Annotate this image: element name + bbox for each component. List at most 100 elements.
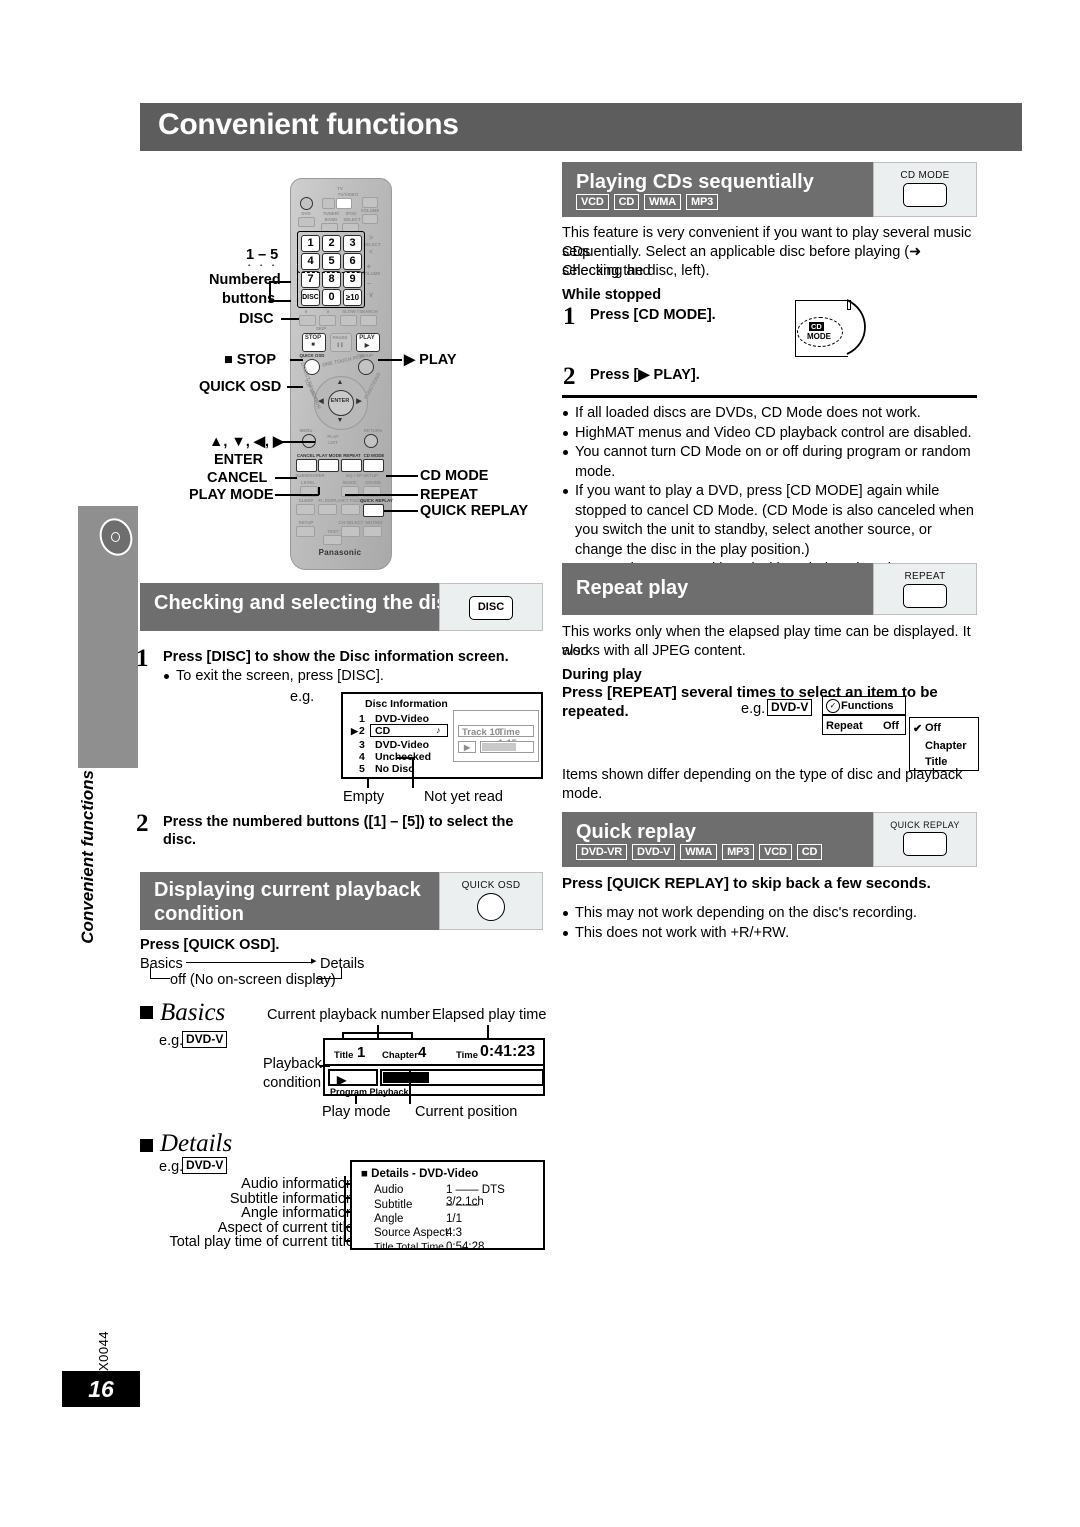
badge-wma: WMA xyxy=(644,194,682,210)
playing-cds-step-1-num: 1 xyxy=(563,303,576,330)
play-button-label: PLAY xyxy=(359,335,375,341)
basics-bullet-square xyxy=(140,1006,153,1019)
repeat-button-label: REPEAT xyxy=(343,453,361,458)
quick-replay-button xyxy=(363,504,384,517)
brand-label: Panasonic xyxy=(318,548,362,557)
leader-stop xyxy=(290,359,303,361)
flow-off: off (No on-screen display) xyxy=(170,972,336,988)
ct-focus-button xyxy=(341,504,360,515)
leader-cancel xyxy=(275,477,297,479)
basics-eg-badge: DVD-V xyxy=(182,1031,228,1048)
playing-cds-step-2-num: 2 xyxy=(563,363,576,390)
playing-cds-step-1-text: Press [CD MODE]. xyxy=(590,307,716,323)
leader-det-spine xyxy=(344,1176,346,1242)
leader-disc xyxy=(281,318,299,320)
test-button xyxy=(323,535,342,545)
sound-label: SOUND xyxy=(365,480,381,485)
quick-replay-note-2: This does not work with +R/+RW. xyxy=(562,924,987,944)
badge-dvd-v: DVD-V xyxy=(631,844,676,860)
quick-osd-key-label: QUICK OSD xyxy=(461,880,521,891)
basics-osd-title-label: Title xyxy=(334,1050,354,1061)
sleep-button xyxy=(296,504,315,515)
details-osd-val-angle: 1/1 xyxy=(446,1213,462,1225)
leader-cursor xyxy=(279,441,315,443)
page-title-bar: Convenient functions xyxy=(140,103,1022,151)
leader-cd-mode xyxy=(386,475,418,477)
test-label: TEST xyxy=(327,529,339,534)
leader-position xyxy=(409,1070,411,1104)
stop-button-glyph: ■ xyxy=(311,342,315,348)
sleep-label: SLEEP xyxy=(298,498,314,503)
playing-cds-condition: While stopped xyxy=(562,287,662,303)
repeat-button xyxy=(341,459,362,472)
repeat-key-label: REPEAT xyxy=(904,571,946,582)
cd-mode-key-shape xyxy=(903,183,947,207)
unit-cd-label: CD xyxy=(809,322,824,331)
skip-forward-button xyxy=(319,315,336,326)
subwoofer-label: SUBWOOFER xyxy=(295,473,325,478)
flow-off-line-left xyxy=(150,978,170,980)
callout-disc: DISC xyxy=(239,311,274,327)
details-eg-label: e.g. xyxy=(159,1159,184,1175)
tv-power-button xyxy=(322,198,335,209)
details-osd-key-audio: Audio xyxy=(374,1184,404,1196)
remote-control-illustration: TV TV/VIDEO VOLUME DVD TUNER/ IPOD BAND … xyxy=(290,178,393,570)
disc-button-callout[interactable]: DISC xyxy=(439,583,543,631)
quick-replay-button-callout[interactable]: QUICK REPLAY xyxy=(873,812,977,867)
functions-osd-screen: ✓ Functions Repeat Off ✔ Off Chapter Tit… xyxy=(822,696,982,771)
functions-osd-row-key: Repeat xyxy=(826,720,863,732)
checking-step-2-num: 2 xyxy=(136,810,149,837)
details-osd-screen: ■ Details - DVD-Video Audio 1 —— DTS 3/2… xyxy=(350,1160,545,1253)
playing-cds-step-2-text: Press [▶ PLAY]. xyxy=(590,367,700,383)
functions-osd-check-mark: ✔ xyxy=(913,723,923,735)
checking-step-2-text-l1: Press the numbered buttons ([1] – [5]) t… xyxy=(163,814,514,830)
playing-cds-badges: VCD CD WMA MP3 xyxy=(576,194,719,210)
disc-info-row-5-label: No Disc xyxy=(375,763,415,775)
checking-step-2-text-l2: disc. xyxy=(163,832,197,848)
eq-label: EQ / SP SETUP xyxy=(346,473,378,478)
cursor-down-icon: ▼ xyxy=(336,417,344,424)
repeat-button-callout[interactable]: REPEAT xyxy=(873,563,977,615)
cd-mode-button-callout[interactable]: CD MODE xyxy=(873,162,977,217)
page-number: 16 xyxy=(62,1371,140,1407)
play-mode-button-label: PLAY MODE xyxy=(316,453,342,458)
disc-info-row-2-num: 2 xyxy=(359,725,365,737)
quick-osd-button-callout[interactable]: QUICK OSD xyxy=(439,872,543,930)
stop-button-label: STOP xyxy=(304,335,322,341)
basics-callout-elapsed: Elapsed play time xyxy=(432,1007,547,1023)
basics-osd-play-arrow-icon: ▶ xyxy=(337,1073,347,1087)
dvd-source-button xyxy=(298,217,315,227)
checking-step-1-bullet: To exit the screen, press [DISC]. xyxy=(163,667,533,687)
section-repeat-play: Repeat play REPEAT xyxy=(562,563,977,615)
functions-osd-row-value: Off xyxy=(883,720,899,732)
basics-osd-chapter-value: 4 xyxy=(418,1044,427,1061)
pause-button-label: PAUSE xyxy=(332,335,348,340)
music-label: MUSIC xyxy=(342,480,358,485)
callout-stop: ■ STOP xyxy=(224,352,277,368)
playing-cds-note-3: You cannot turn CD Mode on or off during… xyxy=(562,443,982,482)
disc-information-screen: Disc Information 1 DVD-Video ▶ 2 CD ♪ 3 … xyxy=(341,692,543,779)
volume-up-button xyxy=(362,197,378,208)
badge-dvd-vr: DVD-VR xyxy=(576,844,627,860)
remote-label-slow-search: SLOW / SEARCH xyxy=(342,309,378,314)
leader-play-mode-v xyxy=(318,487,320,495)
setup-label: SETUP xyxy=(298,520,314,525)
remote-label-tv-video: TV/VIDEO xyxy=(337,192,359,197)
checking-step-1-text: Press [DISC] to show the Disc informatio… xyxy=(163,649,509,665)
leader-numbered-v xyxy=(269,281,271,302)
repeat-footnote: Items shown differ depending on the type… xyxy=(562,767,963,802)
cursor-right-icon: ▶ xyxy=(356,398,362,405)
remote-label-skip: SKIP xyxy=(315,326,327,331)
quick-replay-instruction: Press [QUICK REPLAY] to skip back a few … xyxy=(562,875,931,892)
section-playing-cds: Playing CDs sequentially VCD CD WMA MP3 … xyxy=(562,162,977,217)
leader-quick-replay xyxy=(384,510,418,512)
repeat-eg-badge-wrap: DVD-V xyxy=(767,699,813,718)
repeat-key-shape xyxy=(903,584,947,608)
repeat-eg-label: e.g. xyxy=(741,701,766,717)
basics-osd-progress-fill xyxy=(383,1072,429,1083)
disc-info-play-icon: ▶ xyxy=(464,743,471,752)
divider-playing-cds xyxy=(562,395,977,398)
basics-osd-title-value: 1 xyxy=(357,1044,366,1061)
functions-osd-option-chapter: Chapter xyxy=(925,740,967,752)
leader-repeat xyxy=(345,494,418,496)
